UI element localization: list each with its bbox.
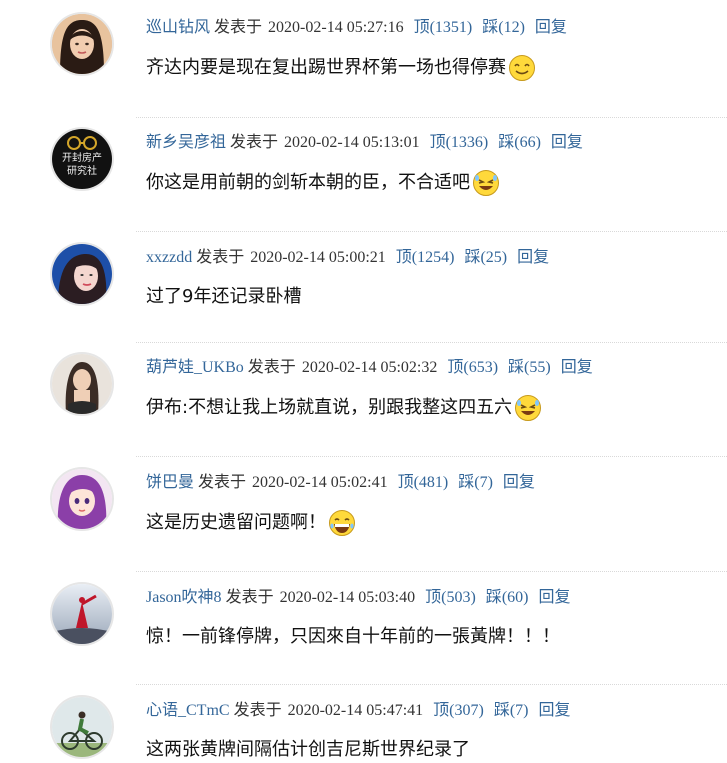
posted-label: 发表于 xyxy=(225,589,274,606)
comment-body: 这是历史遗留问题啊！ xyxy=(146,512,326,533)
smile-emoji-icon xyxy=(508,54,536,82)
avatar[interactable] xyxy=(52,244,112,304)
comment-body: 伊布:不想让我上场就直说，别跟我整这四五六 xyxy=(146,397,513,418)
grin-emoji-icon xyxy=(328,509,356,537)
reply-button[interactable]: 回复 xyxy=(538,589,570,606)
upvote-button[interactable]: 顶(503) xyxy=(425,589,476,606)
laugh-emoji-icon xyxy=(514,394,542,422)
laugh-emoji-icon xyxy=(472,169,500,197)
username-link[interactable]: 巡山钻风 xyxy=(146,19,210,36)
timestamp: 2020-02-14 05:03:40 xyxy=(279,589,416,606)
comment-text: 你这是用前朝的剑斩本朝的臣，不合适吧 xyxy=(146,169,500,197)
comment-divider xyxy=(136,342,727,343)
username-link[interactable]: xxzzdd xyxy=(146,249,192,266)
reply-button[interactable]: 回复 xyxy=(503,474,535,491)
comment-divider xyxy=(136,684,727,685)
svg-text:开封房产: 开封房产 xyxy=(62,151,102,164)
upvote-button[interactable]: 顶(653) xyxy=(447,359,498,376)
reply-button[interactable]: 回复 xyxy=(517,249,549,266)
upvote-button[interactable]: 顶(1336) xyxy=(430,134,489,151)
downvote-button[interactable]: 踩(7) xyxy=(494,702,529,719)
avatar[interactable] xyxy=(52,354,112,414)
comment-meta: 饼巴曼 发表于 2020-02-14 05:02:41 顶(481) 踩(7) 回… xyxy=(146,472,535,494)
comment-text: 这是历史遗留问题啊！ xyxy=(146,509,356,537)
reply-button[interactable]: 回复 xyxy=(561,359,593,376)
reply-button[interactable]: 回复 xyxy=(538,702,570,719)
comment-text: 惊！一前锋停牌，只因來自十年前的一張黃牌！！！ xyxy=(146,624,560,650)
comment-meta: 心语_CTmC 发表于 2020-02-14 05:47:41 顶(307) 踩(… xyxy=(146,700,571,722)
timestamp: 2020-02-14 05:00:21 xyxy=(250,249,386,266)
avatar[interactable] xyxy=(52,697,112,757)
comment-meta: 葫芦娃_UKBo 发表于 2020-02-14 05:02:32 顶(653) 踩… xyxy=(146,357,593,379)
comment-divider xyxy=(136,231,727,232)
timestamp: 2020-02-14 05:02:41 xyxy=(252,474,388,491)
comment-body: 惊！一前锋停牌，只因來自十年前的一張黃牌！！！ xyxy=(146,626,560,647)
posted-label: 发表于 xyxy=(247,359,296,376)
comment-body: 这两张黄牌间隔估计创吉尼斯世界纪录了 xyxy=(146,739,470,760)
timestamp: 2020-02-14 05:47:41 xyxy=(287,702,424,719)
upvote-button[interactable]: 顶(307) xyxy=(433,702,484,719)
comment-text: 过了9年还记录卧槽 xyxy=(146,284,301,310)
posted-label: 发表于 xyxy=(196,249,245,266)
comment-divider xyxy=(136,117,727,118)
avatar[interactable] xyxy=(52,584,112,644)
posted-label: 发表于 xyxy=(233,702,282,719)
comment-divider xyxy=(136,456,727,457)
avatar[interactable]: 开封房产 研究社 xyxy=(52,129,112,189)
comment-body: 齐达内要是现在复出踢世界杯第一场也得停赛 xyxy=(146,57,506,78)
timestamp: 2020-02-14 05:13:01 xyxy=(284,134,420,151)
posted-label: 发表于 xyxy=(198,474,247,491)
reply-button[interactable]: 回复 xyxy=(551,134,583,151)
timestamp: 2020-02-14 05:27:16 xyxy=(268,19,404,36)
comment-divider xyxy=(136,571,727,572)
posted-label: 发表于 xyxy=(230,134,279,151)
username-link[interactable]: 心语_CTmC xyxy=(146,702,230,719)
downvote-button[interactable]: 踩(66) xyxy=(498,134,541,151)
downvote-button[interactable]: 踩(7) xyxy=(458,474,493,491)
downvote-button[interactable]: 踩(12) xyxy=(482,19,525,36)
comment-body: 过了9年还记录卧槽 xyxy=(146,286,302,307)
username-link[interactable]: 新乡吴彦祖 xyxy=(146,134,226,151)
username-link[interactable]: 葫芦娃_UKBo xyxy=(146,359,244,376)
downvote-button[interactable]: 踩(25) xyxy=(464,249,507,266)
username-link[interactable]: 饼巴曼 xyxy=(146,474,194,491)
comment-text: 齐达内要是现在复出踢世界杯第一场也得停赛 xyxy=(146,54,536,82)
username-link[interactable]: Jason吹神8 xyxy=(146,589,222,606)
comment-meta: Jason吹神8 发表于 2020-02-14 05:03:40 顶(503) 踩… xyxy=(146,587,570,609)
avatar[interactable] xyxy=(52,469,112,529)
comment-body: 你这是用前朝的剑斩本朝的臣，不合适吧 xyxy=(146,172,470,193)
comment-text: 伊布:不想让我上场就直说，别跟我整这四五六 xyxy=(146,394,542,422)
downvote-button[interactable]: 踩(60) xyxy=(486,589,529,606)
svg-text:研究社: 研究社 xyxy=(67,164,97,177)
comment-text: 这两张黄牌间隔估计创吉尼斯世界纪录了 xyxy=(146,737,470,763)
timestamp: 2020-02-14 05:02:32 xyxy=(301,359,438,376)
reply-button[interactable]: 回复 xyxy=(535,19,567,36)
downvote-button[interactable]: 踩(55) xyxy=(508,359,551,376)
posted-label: 发表于 xyxy=(214,19,263,36)
upvote-button[interactable]: 顶(1254) xyxy=(396,249,455,266)
comment-meta: 新乡吴彦祖 发表于 2020-02-14 05:13:01 顶(1336) 踩(6… xyxy=(146,132,583,154)
comment-meta: xxzzdd 发表于 2020-02-14 05:00:21 顶(1254) 踩(… xyxy=(146,247,549,269)
upvote-button[interactable]: 顶(1351) xyxy=(414,19,473,36)
comment-meta: 巡山钻风 发表于 2020-02-14 05:27:16 顶(1351) 踩(12… xyxy=(146,17,567,39)
upvote-button[interactable]: 顶(481) xyxy=(398,474,449,491)
avatar[interactable] xyxy=(52,14,112,74)
